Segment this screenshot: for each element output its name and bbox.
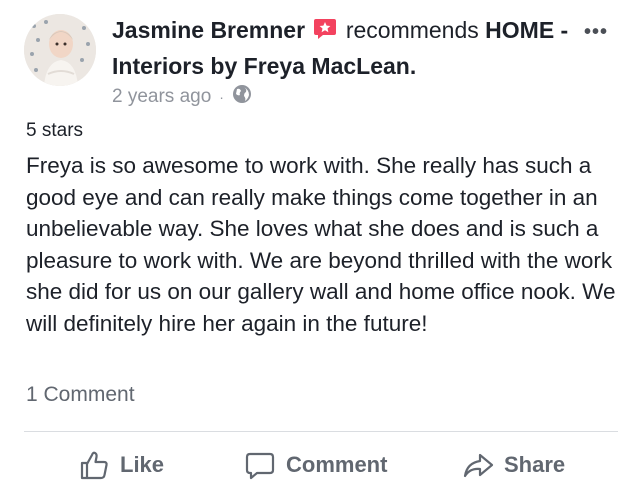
meta-separator: ·	[219, 89, 224, 105]
thumbs-up-icon	[78, 449, 110, 481]
globe-icon[interactable]	[232, 84, 252, 110]
comment-label: Comment	[286, 452, 388, 477]
avatar-image	[24, 14, 96, 86]
comment-bubble-icon	[244, 449, 276, 481]
share-label: Share	[504, 452, 566, 477]
share-arrow-icon	[462, 449, 494, 481]
review-text: Freya is so awesome to work with. She re…	[26, 153, 616, 336]
recommends-text: recommends	[345, 17, 479, 43]
share-button[interactable]: Share	[462, 440, 565, 490]
comment-button[interactable]: Comment	[244, 440, 387, 490]
rating-label: 5 stars	[26, 120, 84, 141]
comments-count-link[interactable]: 1 Comment	[26, 383, 135, 407]
recommendation-icon	[313, 17, 337, 50]
post-meta: 2 years ago ·	[112, 84, 252, 110]
author-name-link[interactable]: Jasmine Bremner	[112, 17, 305, 43]
author-avatar[interactable]	[24, 14, 96, 86]
timestamp-link[interactable]: 2 years ago	[112, 86, 211, 108]
action-bar: Like Comment Share	[0, 440, 640, 490]
post-header: Jasmine Bremner recommends HOME - Interi…	[112, 14, 612, 83]
like-button[interactable]: Like	[78, 440, 164, 490]
more-dots-icon[interactable]: •••	[584, 22, 608, 42]
actions-divider	[24, 431, 618, 432]
like-label: Like	[120, 452, 165, 477]
